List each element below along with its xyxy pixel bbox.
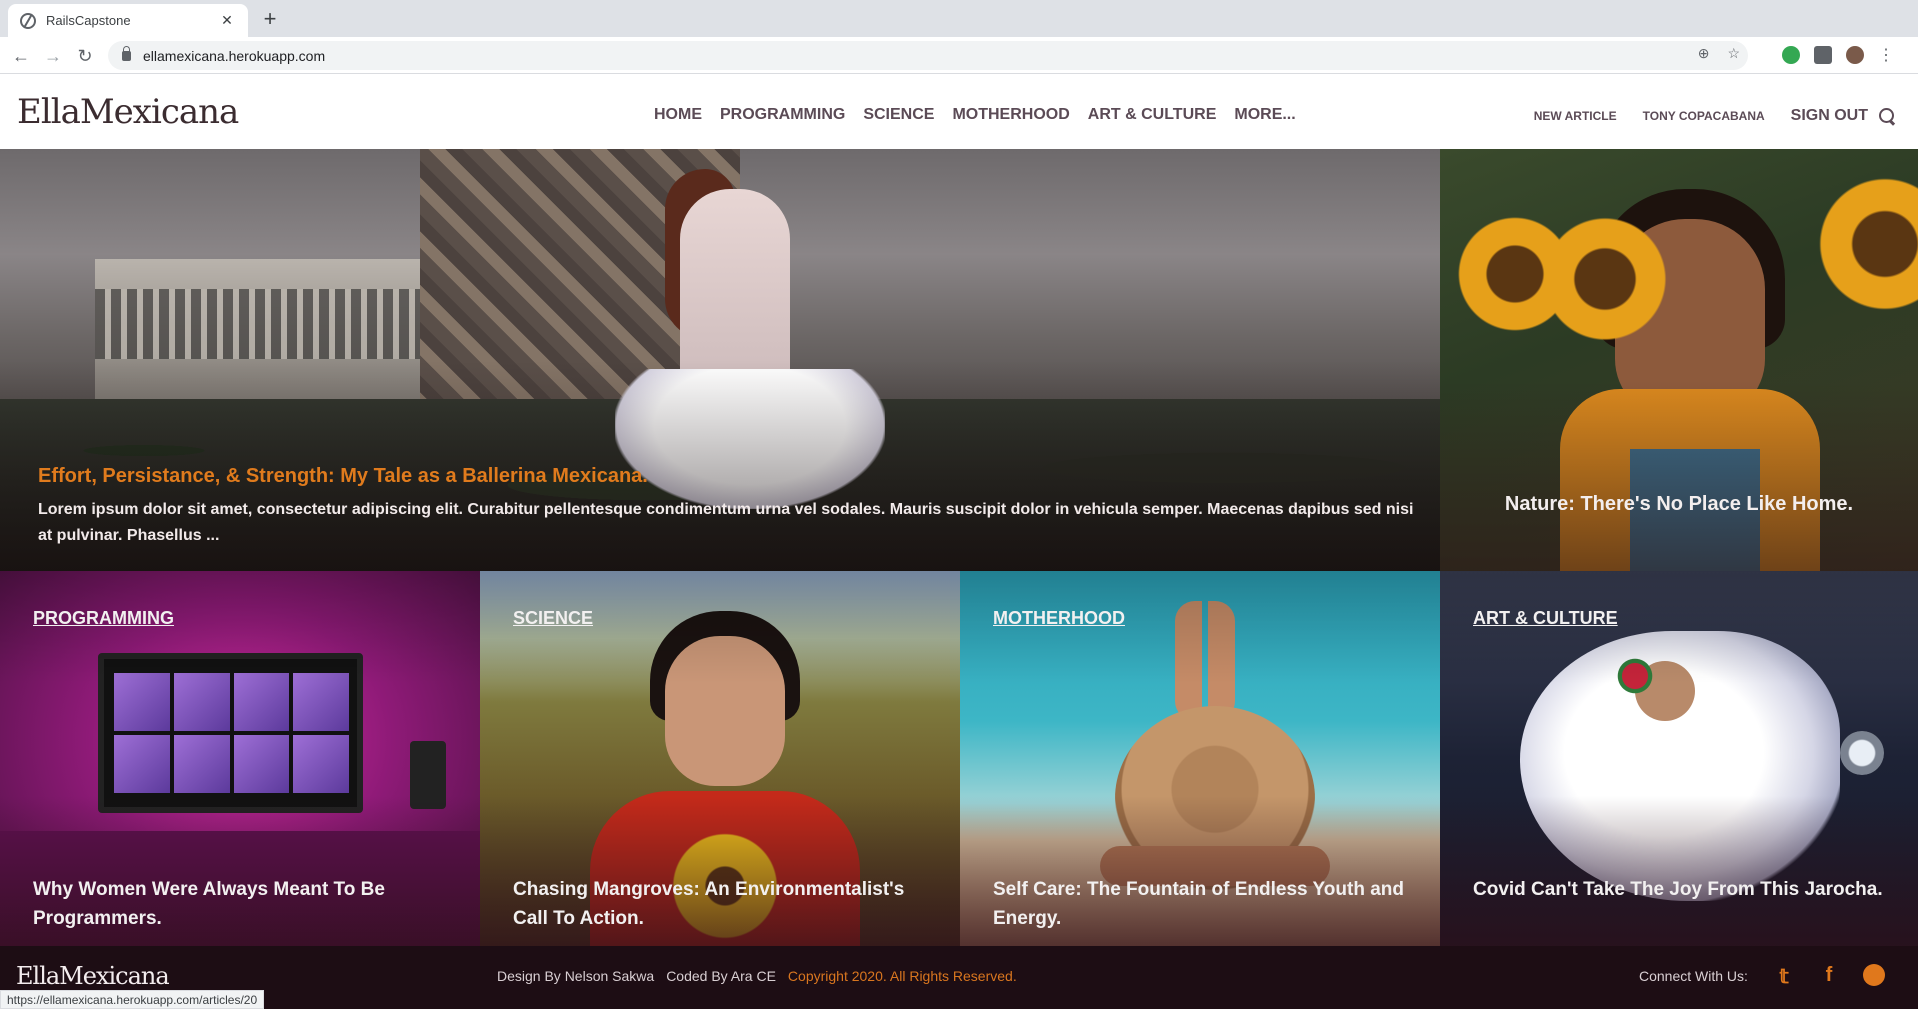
category-card-science[interactable]: SCIENCE Chasing Mangroves: An Environmen… xyxy=(480,571,960,946)
footer-logo[interactable]: EllaMexicana xyxy=(16,962,170,990)
zoom-icon[interactable]: ⊕ xyxy=(1698,45,1710,62)
category-link-motherhood[interactable]: MOTHERHOOD xyxy=(993,608,1125,629)
back-arrow-icon[interactable]: ← xyxy=(10,45,32,67)
avatar[interactable] xyxy=(1846,46,1864,64)
nav-home[interactable]: HOME xyxy=(654,106,702,124)
url-text[interactable]: ellamexicana.herokuapp.com xyxy=(143,48,325,64)
social-links: 𝕥 f xyxy=(1773,964,1885,989)
side-article[interactable]: Nature: There's No Place Like Home. xyxy=(1440,149,1918,571)
category-article-title[interactable]: Chasing Mangroves: An Environmentalist's… xyxy=(513,875,933,933)
reload-icon[interactable]: ↻ xyxy=(74,45,96,67)
site-logo[interactable]: EllaMexicana xyxy=(17,92,239,132)
category-article-title[interactable]: Why Women Were Always Meant To Be Progra… xyxy=(33,875,453,933)
nav-programming[interactable]: PROGRAMMING xyxy=(720,106,845,124)
copyright: Copyright 2020. All Rights Reserved. xyxy=(787,968,1017,984)
side-article-title[interactable]: Nature: There's No Place Like Home. xyxy=(1440,493,1918,516)
site-footer: EllaMexicana Design By Nelson Sakwa Code… xyxy=(0,946,1918,1009)
nav-more[interactable]: MORE... xyxy=(1234,106,1295,124)
lock-icon xyxy=(122,45,131,61)
sign-out-link[interactable]: SIGN OUT xyxy=(1791,107,1868,125)
category-article-title[interactable]: Self Care: The Fountain of Endless Youth… xyxy=(993,875,1413,933)
category-card-programming[interactable]: PROGRAMMING Why Women Were Always Meant … xyxy=(0,571,480,946)
forward-arrow-icon[interactable]: → xyxy=(42,45,64,67)
site-header: EllaMexicana HOME PROGRAMMING SCIENCE MO… xyxy=(0,74,1918,149)
status-bar-url: https://ellamexicana.herokuapp.com/artic… xyxy=(0,990,265,1009)
category-article-title[interactable]: Covid Can't Take The Joy From This Jaroc… xyxy=(1473,875,1893,904)
bookmark-star-icon[interactable]: ☆ xyxy=(1727,45,1740,62)
featured-article-title[interactable]: Effort, Persistance, & Strength: My Tale… xyxy=(38,465,648,488)
connect-label: Connect With Us: xyxy=(1639,968,1748,984)
new-article-link[interactable]: NEW ARTICLE xyxy=(1534,109,1617,123)
main-nav: HOME PROGRAMMING SCIENCE MOTHERHOOD ART … xyxy=(654,106,1296,124)
category-card-motherhood[interactable]: MOTHERHOOD Self Care: The Fountain of En… xyxy=(960,571,1440,946)
category-link-science[interactable]: SCIENCE xyxy=(513,608,593,629)
twitter-icon[interactable]: 𝕥 xyxy=(1773,964,1795,989)
search-icon[interactable] xyxy=(1878,107,1896,125)
category-card-art-culture[interactable]: ART & CULTURE Covid Can't Take The Joy F… xyxy=(1440,571,1918,946)
category-link-art-culture[interactable]: ART & CULTURE xyxy=(1473,608,1618,629)
nav-science[interactable]: SCIENCE xyxy=(863,106,934,124)
browser-tab-bar: RailsCapstone ✕ + xyxy=(0,0,1918,37)
extension-icon[interactable] xyxy=(1782,46,1800,64)
facebook-icon[interactable]: f xyxy=(1818,964,1840,989)
code-credit: Coded By Ara CE xyxy=(666,968,776,984)
footer-credits: Design By Nelson Sakwa Coded By Ara CE C… xyxy=(497,968,1017,984)
nav-art-culture[interactable]: ART & CULTURE xyxy=(1088,106,1217,124)
featured-article-excerpt: Lorem ipsum dolor sit amet, consectetur … xyxy=(38,501,1414,544)
tab-title: RailsCapstone xyxy=(46,13,131,28)
browser-toolbar: ← → ↻ ellamexicana.herokuapp.com ⊕ ☆ xyxy=(0,37,1918,74)
user-nav: NEW ARTICLE TONY COPACABANA SIGN OUT xyxy=(1534,107,1896,125)
new-tab-button[interactable]: + xyxy=(258,6,282,32)
puzzle-icon[interactable] xyxy=(1814,46,1832,64)
browser-tab[interactable]: RailsCapstone ✕ xyxy=(8,4,248,37)
extension-icons: ⋮ xyxy=(1782,45,1894,65)
user-name-link[interactable]: TONY COPACABANA xyxy=(1643,109,1765,123)
globe-icon xyxy=(20,12,36,29)
address-bar[interactable]: ellamexicana.herokuapp.com ⊕ ☆ xyxy=(108,41,1748,70)
design-credit: Design By Nelson Sakwa xyxy=(497,968,655,984)
nav-motherhood[interactable]: MOTHERHOOD xyxy=(952,106,1069,124)
featured-article[interactable]: Effort, Persistance, & Strength: My Tale… xyxy=(0,149,1440,571)
category-link-programming[interactable]: PROGRAMMING xyxy=(33,608,174,629)
close-tab-icon[interactable]: ✕ xyxy=(218,12,236,29)
menu-kebab-icon[interactable]: ⋮ xyxy=(1878,45,1894,65)
github-icon[interactable] xyxy=(1863,964,1885,986)
